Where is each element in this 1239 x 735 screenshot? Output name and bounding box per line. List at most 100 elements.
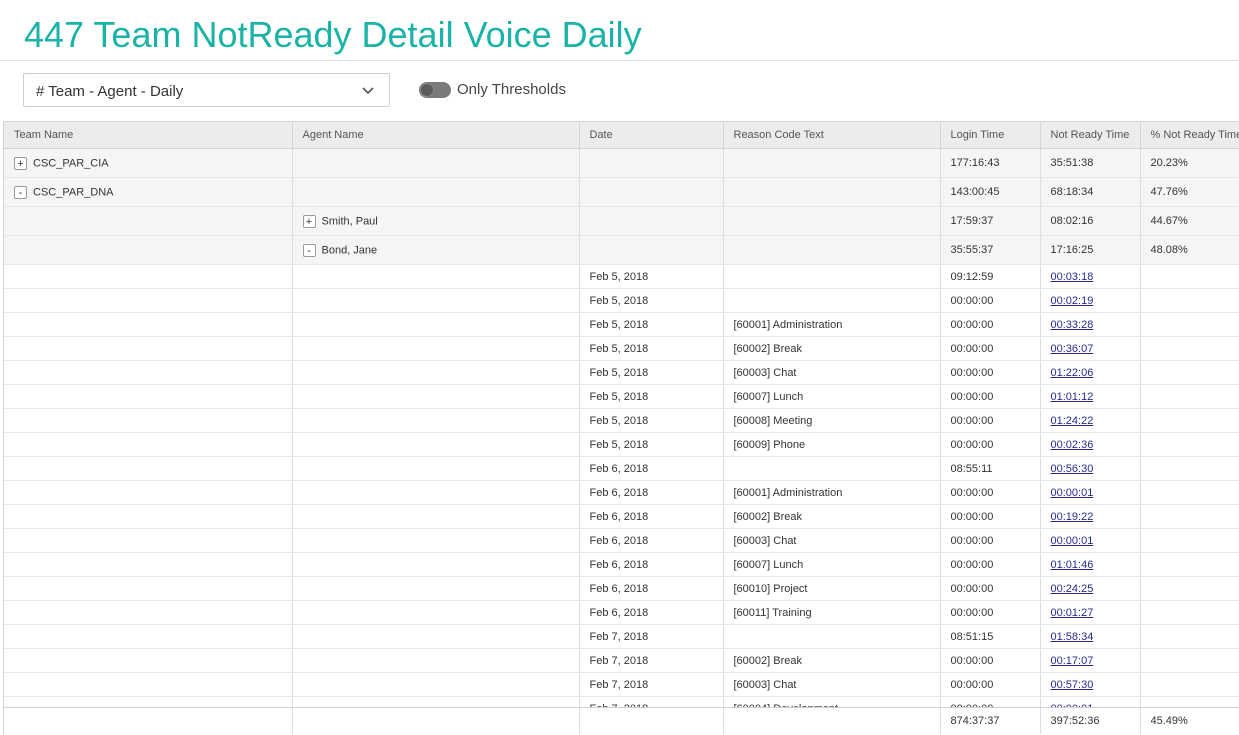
login-time-cell: 00:00:00 bbox=[940, 480, 1041, 505]
date-cell: Feb 5, 2018 bbox=[579, 360, 724, 385]
group-row: + CSC_PAR_CIA 177:16:43 35:51:38 20.23% bbox=[4, 148, 1239, 178]
pct-not-ready-cell bbox=[1140, 480, 1239, 505]
reason-code-cell bbox=[723, 148, 941, 178]
date-cell: Feb 6, 2018 bbox=[579, 600, 724, 625]
not-ready-time-link[interactable]: 00:00:01 bbox=[1051, 487, 1094, 499]
team-name-cell bbox=[4, 528, 293, 553]
date-cell: Feb 5, 2018 bbox=[579, 384, 724, 409]
reason-code-cell bbox=[723, 235, 941, 265]
not-ready-time-cell: 08:02:16 bbox=[1040, 206, 1141, 236]
date-cell bbox=[579, 177, 724, 207]
agent-name-cell bbox=[292, 360, 580, 385]
reason-code-cell: [60003] Chat bbox=[723, 528, 941, 553]
column-header-not-ready-time[interactable]: Not Ready Time bbox=[1040, 122, 1141, 149]
agent-name-cell bbox=[292, 456, 580, 481]
login-time-cell: 00:00:00 bbox=[940, 432, 1041, 457]
reason-code-cell: [60010] Project bbox=[723, 576, 941, 601]
not-ready-time-link[interactable]: 01:58:34 bbox=[1051, 631, 1094, 643]
agent-name-cell bbox=[292, 624, 580, 649]
pct-not-ready-cell bbox=[1140, 600, 1239, 625]
table-row: Feb 6, 2018 [60003] Chat 00:00:00 00:00:01 bbox=[4, 528, 1239, 553]
column-header-pct-not-ready-time[interactable]: % Not Ready Time bbox=[1140, 122, 1239, 149]
group-row: + Smith, Paul 17:59:37 08:02:16 44.67% bbox=[4, 206, 1239, 236]
not-ready-time-link[interactable]: 00:36:07 bbox=[1051, 343, 1094, 355]
agent-name-cell bbox=[292, 177, 580, 207]
not-ready-time-link[interactable]: 00:00:01 bbox=[1051, 535, 1094, 547]
collapse-icon[interactable]: - bbox=[302, 243, 316, 257]
column-header-login-time[interactable]: Login Time bbox=[940, 122, 1041, 149]
toggle-switch[interactable] bbox=[419, 82, 451, 98]
collapse-icon[interactable]: - bbox=[14, 185, 27, 199]
login-time-cell: 09:12:59 bbox=[940, 264, 1041, 289]
agent-name-cell: + Smith, Paul bbox=[292, 206, 580, 236]
not-ready-time-link[interactable]: 00:03:18 bbox=[1051, 271, 1094, 283]
column-header-reason-code-text[interactable]: Reason Code Text bbox=[723, 122, 941, 149]
not-ready-time-link[interactable]: 01:01:12 bbox=[1051, 391, 1094, 403]
agent-name-cell: - Bond, Jane bbox=[292, 235, 580, 265]
not-ready-time-cell: 00:33:28 bbox=[1040, 312, 1141, 337]
not-ready-time-cell: 00:19:22 bbox=[1040, 504, 1141, 529]
date-cell: Feb 6, 2018 bbox=[579, 504, 724, 529]
team-name-cell bbox=[4, 504, 293, 529]
login-time-cell: 00:00:00 bbox=[940, 336, 1041, 361]
pct-not-ready-cell bbox=[1140, 624, 1239, 649]
not-ready-time-link[interactable]: 01:22:06 bbox=[1051, 367, 1094, 379]
team-name-cell bbox=[4, 480, 293, 505]
date-cell: Feb 6, 2018 bbox=[579, 528, 724, 553]
date-cell bbox=[579, 148, 724, 178]
not-ready-time-link[interactable]: 00:19:22 bbox=[1051, 511, 1094, 523]
pct-not-ready-cell bbox=[1140, 264, 1239, 289]
grouping-select[interactable]: # Team - Agent - Daily bbox=[23, 73, 390, 107]
team-name-label: CSC_PAR_DNA bbox=[33, 186, 114, 198]
totals-team-cell bbox=[4, 708, 293, 734]
table-row: Feb 5, 2018 [60009] Phone 00:00:00 00:02:36 bbox=[4, 432, 1239, 457]
reason-code-cell bbox=[723, 206, 941, 236]
expand-icon[interactable]: + bbox=[14, 156, 27, 170]
not-ready-time-link[interactable]: 00:56:30 bbox=[1051, 463, 1094, 475]
not-ready-time-link[interactable]: 00:33:28 bbox=[1051, 319, 1094, 331]
reason-code-cell: [60003] Chat bbox=[723, 672, 941, 697]
not-ready-time-link[interactable]: 00:02:19 bbox=[1051, 295, 1094, 307]
totals-login-time: 874:37:37 bbox=[940, 708, 1041, 734]
date-cell: Feb 5, 2018 bbox=[579, 288, 724, 313]
date-cell: Feb 7, 2018 bbox=[579, 624, 724, 649]
table-row: Feb 7, 2018 [60003] Chat 00:00:00 00:57:30 bbox=[4, 672, 1239, 697]
not-ready-time-link[interactable]: 00:57:30 bbox=[1051, 679, 1094, 691]
column-header-agent-name[interactable]: Agent Name bbox=[292, 122, 580, 149]
not-ready-time-cell: 01:01:46 bbox=[1040, 552, 1141, 577]
not-ready-time-cell: 00:00:01 bbox=[1040, 480, 1141, 505]
login-time-cell: 177:16:43 bbox=[940, 148, 1041, 178]
group-row: - CSC_PAR_DNA 143:00:45 68:18:34 47.76% bbox=[4, 177, 1239, 207]
date-cell: Feb 5, 2018 bbox=[579, 336, 724, 361]
pct-not-ready-cell bbox=[1140, 384, 1239, 409]
login-time-cell: 17:59:37 bbox=[940, 206, 1041, 236]
not-ready-time-link[interactable]: 00:24:25 bbox=[1051, 583, 1094, 595]
team-name-cell bbox=[4, 576, 293, 601]
not-ready-time-link[interactable]: 00:02:36 bbox=[1051, 439, 1094, 451]
agent-name-cell bbox=[292, 648, 580, 673]
not-ready-time-link[interactable]: 01:24:22 bbox=[1051, 415, 1094, 427]
team-name-cell bbox=[4, 264, 293, 289]
expand-icon[interactable]: + bbox=[302, 214, 316, 228]
login-time-cell: 08:55:11 bbox=[940, 456, 1041, 481]
table-row: Feb 6, 2018 08:55:11 00:56:30 bbox=[4, 456, 1239, 481]
not-ready-time-link[interactable]: 00:01:27 bbox=[1051, 607, 1094, 619]
not-ready-time-link[interactable]: 01:01:46 bbox=[1051, 559, 1094, 571]
column-header-team-name[interactable]: Team Name bbox=[4, 122, 293, 149]
team-name-cell: + CSC_PAR_CIA bbox=[4, 148, 293, 178]
team-name-cell bbox=[4, 312, 293, 337]
pct-not-ready-cell bbox=[1140, 552, 1239, 577]
login-time-cell: 00:00:00 bbox=[940, 384, 1041, 409]
date-cell: Feb 6, 2018 bbox=[579, 480, 724, 505]
table-row: Feb 7, 2018 08:51:15 01:58:34 bbox=[4, 624, 1239, 649]
not-ready-time-cell: 00:03:18 bbox=[1040, 264, 1141, 289]
column-header-date[interactable]: Date bbox=[579, 122, 724, 149]
report-grid: Team Name Agent Name Date Reason Code Te… bbox=[3, 121, 1239, 735]
team-name-cell bbox=[4, 432, 293, 457]
not-ready-time-link[interactable]: 00:17:07 bbox=[1051, 655, 1094, 667]
reason-code-cell bbox=[723, 288, 941, 313]
pct-not-ready-cell bbox=[1140, 504, 1239, 529]
team-name-cell bbox=[4, 672, 293, 697]
login-time-cell: 143:00:45 bbox=[940, 177, 1041, 207]
agent-name-cell bbox=[292, 432, 580, 457]
